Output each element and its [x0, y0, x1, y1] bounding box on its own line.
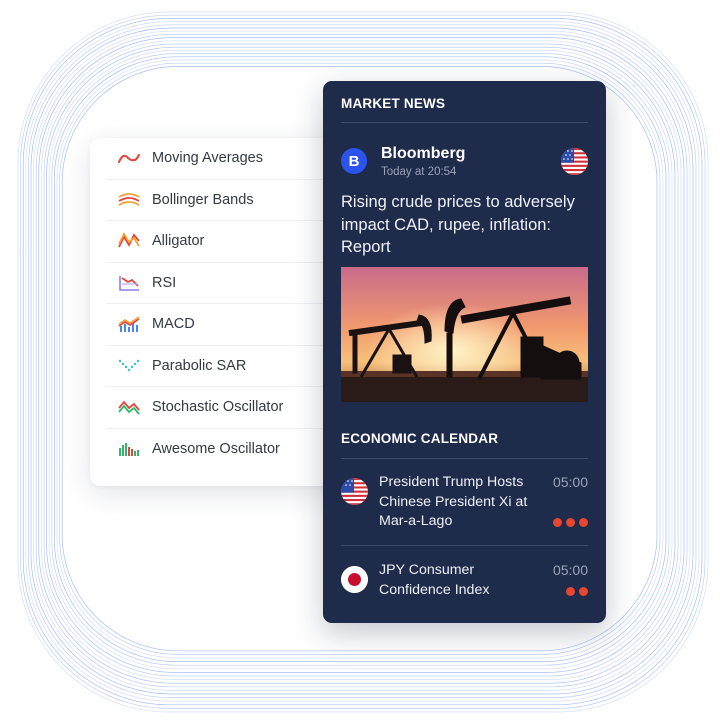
indicator-rsi[interactable]: RSI: [106, 263, 340, 304]
indicator-label: MACD: [152, 316, 195, 333]
market-news-panel: MARKET NEWS B Bloomberg Today at 20:54 R…: [323, 81, 606, 623]
divider: [341, 458, 588, 459]
market-news-title: MARKET NEWS: [341, 96, 446, 111]
japan-flag-icon: [341, 566, 368, 593]
event-title: President Trump Hosts Chinese President …: [379, 474, 528, 529]
indicator-label: Moving Averages: [152, 150, 263, 167]
indicator-moving-averages[interactable]: Moving Averages: [106, 138, 340, 180]
awesome-oscillator-icon: [118, 439, 142, 459]
indicator-alligator[interactable]: Alligator: [106, 221, 340, 263]
indicator-awesome-oscillator[interactable]: Awesome Oscillator: [106, 429, 340, 471]
indicator-label: Parabolic SAR: [152, 357, 247, 374]
event-time: 05:00: [552, 474, 588, 490]
calendar-event[interactable]: JPY Consumer Confidence Index 05:00: [341, 561, 588, 605]
alligator-icon: [118, 231, 142, 251]
impact-dot: [553, 518, 562, 527]
impact-dot: [566, 587, 575, 596]
parabolic-sar-icon: [118, 356, 142, 376]
macd-icon: [118, 314, 142, 334]
rsi-icon: [118, 273, 142, 293]
bollinger-bands-icon: [118, 190, 142, 210]
news-source-name[interactable]: Bloomberg: [381, 145, 465, 163]
economic-calendar-title: ECONOMIC CALENDAR: [341, 431, 499, 446]
impact-dot: [579, 518, 588, 527]
indicator-bollinger-bands[interactable]: Bollinger Bands: [106, 180, 340, 221]
event-title: JPY Consumer Confidence Index: [379, 562, 490, 598]
indicator-label: Awesome Oscillator: [152, 441, 280, 458]
impact-dot: [579, 587, 588, 596]
indicators-list: Moving Averages Bollinger Bands Alligato…: [106, 138, 340, 470]
impact-indicator: [553, 518, 588, 527]
indicator-macd[interactable]: MACD: [106, 304, 340, 346]
indicators-card: Moving Averages Bollinger Bands Alligato…: [90, 138, 340, 486]
divider: [341, 122, 588, 123]
impact-dot: [566, 518, 575, 527]
indicator-label: Bollinger Bands: [152, 191, 254, 208]
us-flag-icon: [341, 478, 368, 505]
indicator-label: Alligator: [152, 233, 205, 250]
indicator-stochastic-oscillator[interactable]: Stochastic Oscillator: [106, 387, 340, 429]
oil-pumpjack-sunset-image[interactable]: [341, 267, 588, 402]
bloomberg-logo-icon: B: [341, 148, 367, 174]
us-flag-icon: [561, 148, 588, 180]
indicator-label: RSI: [152, 274, 177, 291]
event-time: 05:00: [552, 562, 588, 578]
news-timestamp: Today at 20:54: [381, 166, 457, 178]
indicator-label: Stochastic Oscillator: [152, 399, 284, 416]
indicator-parabolic-sar[interactable]: Parabolic SAR: [106, 346, 340, 387]
stochastic-oscillator-icon: [118, 397, 142, 417]
news-headline[interactable]: Rising crude prices to adversely impact …: [341, 191, 591, 259]
impact-indicator: [566, 587, 588, 596]
calendar-event[interactable]: President Trump Hosts Chinese President …: [341, 473, 588, 537]
moving-averages-icon: [118, 148, 142, 168]
divider: [341, 545, 588, 546]
